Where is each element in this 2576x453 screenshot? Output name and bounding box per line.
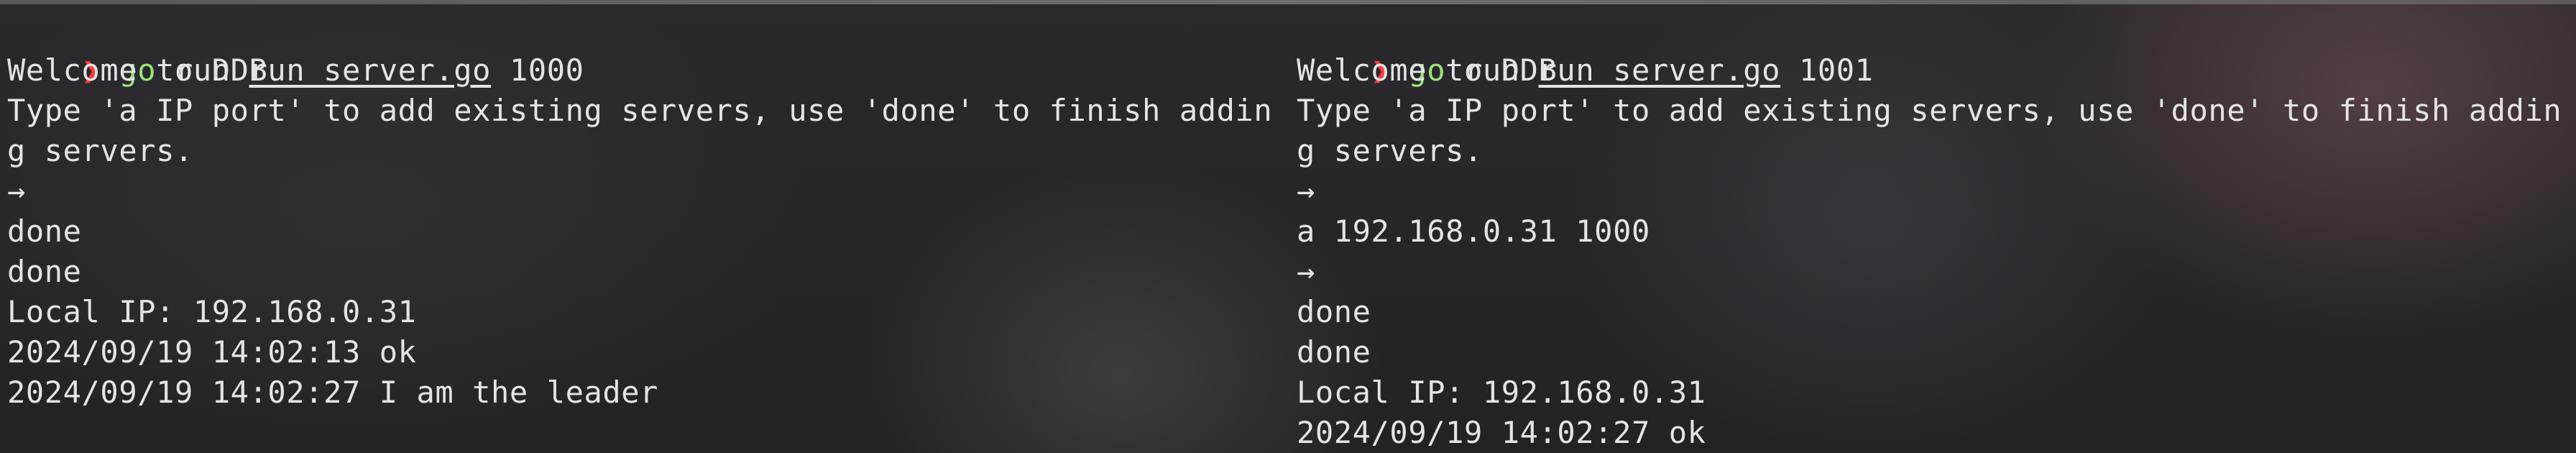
output-line: Welcome to DDB: [7, 52, 268, 88]
input-arrow-icon: →: [7, 173, 26, 209]
command-arg: 1001: [1780, 52, 1874, 88]
output-line: Local IP: 192.168.0.31: [1297, 375, 1706, 410]
output-line: g servers.: [7, 133, 193, 168]
command-arg: 1000: [491, 52, 584, 88]
window-top-edge: [0, 0, 2576, 4]
output-line: a 192.168.0.31 1000: [1297, 214, 1650, 249]
output-line: done: [1297, 294, 1371, 329]
output-line: Type 'a IP port' to add existing servers…: [1297, 93, 2562, 128]
input-arrow-icon: →: [1297, 254, 1315, 289]
output-line: Welcome to DDB: [1297, 52, 1558, 88]
output-line: Type 'a IP port' to add existing servers…: [7, 93, 1273, 128]
output-line: g servers.: [1297, 133, 1483, 168]
output-line: done: [7, 254, 82, 289]
output-line: done: [7, 214, 82, 249]
command-line: ❯ go run run_server.go 1000: [7, 10, 1287, 88]
terminal-pane-left[interactable]: ❯ go run run_server.go 1000 Welcome to D…: [7, 10, 1287, 453]
file-link[interactable]: run_server.go: [249, 52, 492, 88]
output-line: 2024/09/19 14:02:27 I am the leader: [7, 375, 659, 410]
input-arrow-icon: →: [1297, 173, 1315, 209]
output-line: 2024/09/19 14:02:27 ok: [1297, 415, 1706, 450]
file-link[interactable]: run_server.go: [1539, 52, 1781, 88]
output-line: done: [1297, 334, 1371, 370]
output-line: 2024/09/19 14:02:13 ok: [7, 334, 417, 370]
command-line: ❯ go run run_server.go 1001: [1297, 10, 2573, 88]
output-line: Local IP: 192.168.0.31: [7, 294, 417, 329]
terminal-pane-right[interactable]: ❯ go run run_server.go 1001 Welcome to D…: [1297, 10, 2573, 453]
